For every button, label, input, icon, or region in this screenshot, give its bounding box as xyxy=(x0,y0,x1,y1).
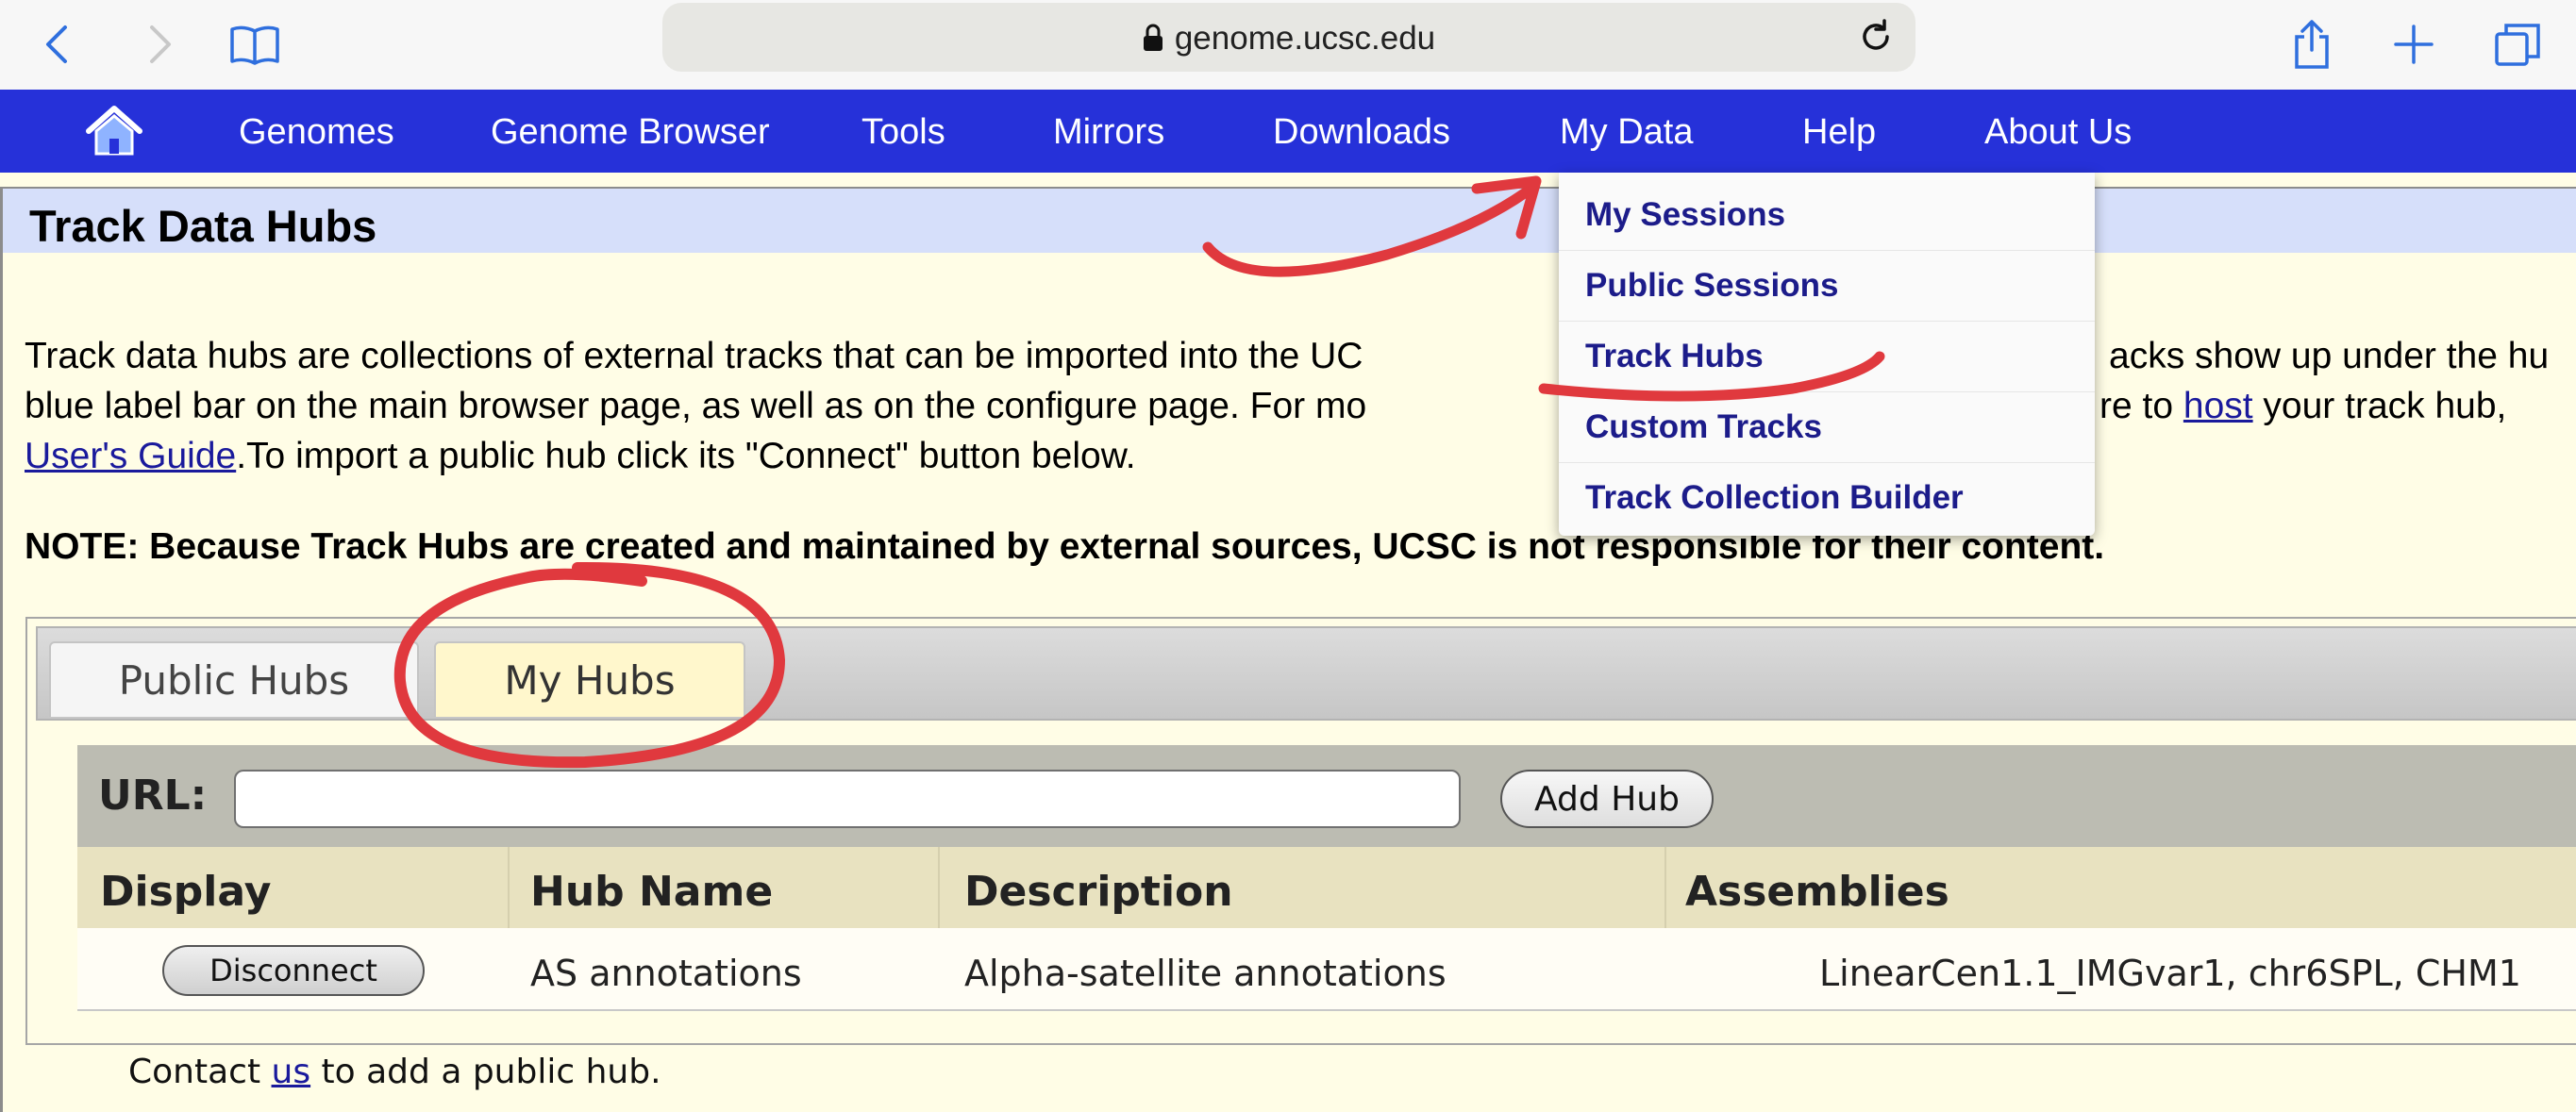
nav-my-data[interactable]: My Data xyxy=(1560,112,1693,153)
tabs-icon[interactable] xyxy=(2493,11,2542,77)
lock-icon xyxy=(1143,23,1163,60)
header-assemblies: Assemblies xyxy=(1685,868,1949,916)
browser-toolbar: genome.ucsc.edu xyxy=(0,0,2576,90)
nav-genome-browser[interactable]: Genome Browser xyxy=(491,112,770,153)
column-divider xyxy=(508,847,510,928)
my-data-dropdown: My Sessions Public Sessions Track Hubs C… xyxy=(1559,173,2095,536)
menu-divider xyxy=(1559,462,2095,463)
description-cell: Alpha-satellite annotations xyxy=(964,953,1447,994)
home-icon[interactable] xyxy=(83,103,145,162)
add-hub-button[interactable]: Add Hub xyxy=(1500,770,1714,828)
menu-item-public-sessions[interactable]: Public Sessions xyxy=(1585,267,1838,305)
contact-us-link[interactable]: us xyxy=(272,1053,311,1091)
bookmarks-icon[interactable] xyxy=(226,11,283,77)
table-header: Display Hub Name Description Assemblies xyxy=(77,847,2576,928)
table-row: Disconnect AS annotations Alpha-satellit… xyxy=(77,928,2576,1011)
intro-line-2: blue label bar on the main browser page,… xyxy=(25,386,1367,426)
address-bar[interactable]: genome.ucsc.edu xyxy=(662,3,1915,72)
url-label: URL: xyxy=(98,772,208,820)
nav-help[interactable]: Help xyxy=(1802,112,1876,153)
nav-downloads[interactable]: Downloads xyxy=(1273,112,1450,153)
intro-line-1-tail: acks show up under the hu xyxy=(2109,336,2550,376)
hub-url-input[interactable] xyxy=(234,770,1461,828)
tab-public-hubs[interactable]: Public Hubs xyxy=(49,641,419,717)
menu-divider xyxy=(1559,321,2095,322)
intro-line-2-tail: re to host your track hub, xyxy=(2099,386,2507,426)
new-tab-icon[interactable] xyxy=(2391,11,2436,77)
assemblies-cell: LinearCen1.1_IMGvar1, chr6SPL, CHM1 xyxy=(1819,953,2521,994)
host-link[interactable]: host xyxy=(2183,386,2253,426)
menu-item-my-sessions[interactable]: My Sessions xyxy=(1585,196,1785,234)
header-hub-name: Hub Name xyxy=(530,868,774,916)
column-divider xyxy=(938,847,940,928)
intro-line-1: Track data hubs are collections of exter… xyxy=(25,336,1363,376)
hub-name-cell: AS annotations xyxy=(530,953,802,994)
header-display: Display xyxy=(100,868,272,916)
back-icon[interactable] xyxy=(38,11,75,77)
menu-item-track-collection-builder[interactable]: Track Collection Builder xyxy=(1585,479,1964,517)
forward-icon[interactable] xyxy=(142,11,179,77)
nav-genomes[interactable]: Genomes xyxy=(239,112,394,153)
site-nav: Genomes Genome Browser Tools Mirrors Dow… xyxy=(0,90,2576,173)
menu-divider xyxy=(1559,391,2095,392)
address-domain: genome.ucsc.edu xyxy=(1174,20,1436,57)
tab-my-hubs[interactable]: My Hubs xyxy=(434,641,745,717)
nav-about-us[interactable]: About Us xyxy=(1984,112,2132,153)
intro-line-3: User's Guide.To import a public hub clic… xyxy=(25,436,1136,476)
page-title-bar: Track Data Hubs xyxy=(3,189,2576,253)
nav-tools[interactable]: Tools xyxy=(861,112,945,153)
hub-url-row: URL: Add Hub xyxy=(77,745,2576,847)
header-description: Description xyxy=(964,868,1233,916)
reload-icon[interactable] xyxy=(1857,18,1895,60)
contact-text: Contact us to add a public hub. xyxy=(128,1053,661,1091)
menu-item-custom-tracks[interactable]: Custom Tracks xyxy=(1585,408,1822,446)
menu-item-track-hubs[interactable]: Track Hubs xyxy=(1585,338,1764,375)
menu-divider xyxy=(1559,250,2095,251)
nav-mirrors[interactable]: Mirrors xyxy=(1053,112,1164,153)
users-guide-link[interactable]: User's Guide xyxy=(25,436,236,476)
page-title: Track Data Hubs xyxy=(29,201,377,251)
column-divider xyxy=(1664,847,1666,928)
share-icon[interactable] xyxy=(2291,11,2333,77)
disconnect-button[interactable]: Disconnect xyxy=(162,945,425,996)
